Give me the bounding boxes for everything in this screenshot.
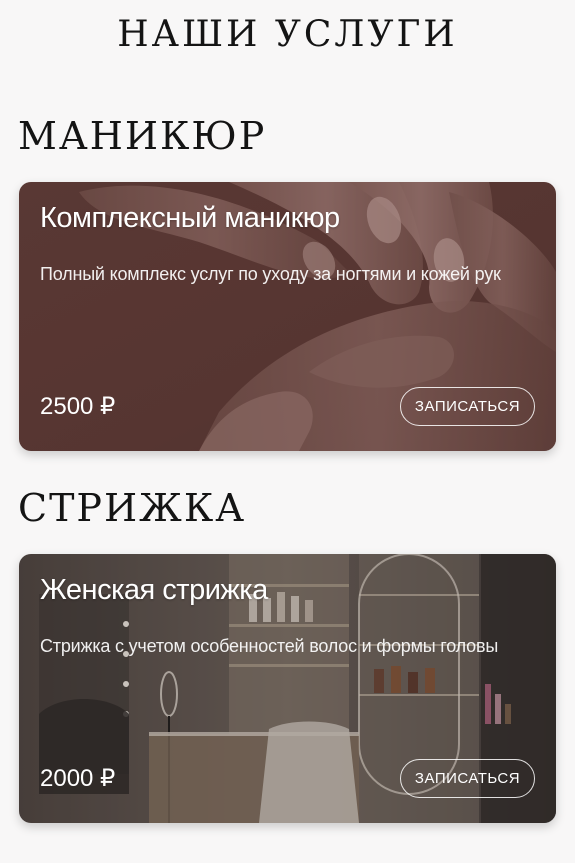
service-price: 2000 ₽ bbox=[40, 765, 116, 792]
services-page: НАШИ УСЛУГИ МАНИКЮР Комплексный маникюр … bbox=[0, 0, 575, 863]
page-title: НАШИ УСЛУГИ bbox=[117, 14, 458, 55]
service-description: Полный комплекс услуг по уходу за ногтям… bbox=[40, 264, 501, 284]
service-title: Женская стрижка bbox=[40, 574, 268, 606]
book-button-haircut[interactable]: ЗАПИСАТЬСЯ bbox=[400, 759, 535, 798]
service-card-manicure: Комплексный маникюр Полный комплекс услу… bbox=[19, 182, 556, 451]
book-button-manicure[interactable]: ЗАПИСАТЬСЯ bbox=[400, 387, 535, 426]
service-title: Комплексный маникюр bbox=[40, 202, 340, 234]
service-description: Стрижка с учетом особенностей волос и фо… bbox=[40, 636, 499, 656]
service-price: 2500 ₽ bbox=[40, 393, 116, 420]
section-title-haircut: СТРИЖКА bbox=[18, 486, 247, 530]
section-title-manicure: МАНИКЮР bbox=[18, 114, 267, 158]
service-card-haircut: Женская стрижка Стрижка с учетом особенн… bbox=[19, 554, 556, 823]
card-content: Комплексный маникюр Полный комплекс услу… bbox=[19, 182, 556, 451]
card-content: Женская стрижка Стрижка с учетом особенн… bbox=[19, 554, 556, 823]
